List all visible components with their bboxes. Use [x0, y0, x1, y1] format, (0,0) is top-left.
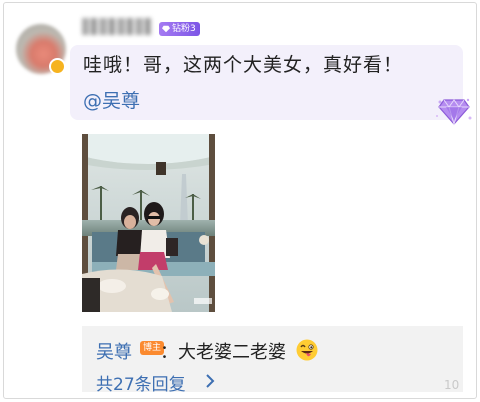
chevron-right-icon[interactable]: [205, 373, 215, 389]
username-blurred[interactable]: [82, 18, 152, 35]
tongue-face-icon: [296, 339, 318, 361]
reply-count-link[interactable]: 共27条回复: [96, 370, 186, 395]
gem-icon: [162, 25, 170, 33]
reply-author[interactable]: 吴尊: [96, 338, 132, 364]
fan-level-badge[interactable]: 钻粉3: [159, 22, 200, 36]
comment-text: 哇哦！哥，这两个大美女，真好看！: [83, 54, 404, 76]
post-photo[interactable]: [82, 134, 215, 312]
fan-level-label: 钻粉3: [172, 24, 196, 34]
verified-badge-icon: [49, 58, 66, 75]
photo-scene: [82, 134, 215, 312]
watermark: 10: [444, 378, 460, 392]
mention-link[interactable]: @吴尊: [83, 86, 140, 113]
reply-text: ：大老婆二老婆: [160, 342, 286, 363]
diamond-icon: [436, 98, 472, 126]
